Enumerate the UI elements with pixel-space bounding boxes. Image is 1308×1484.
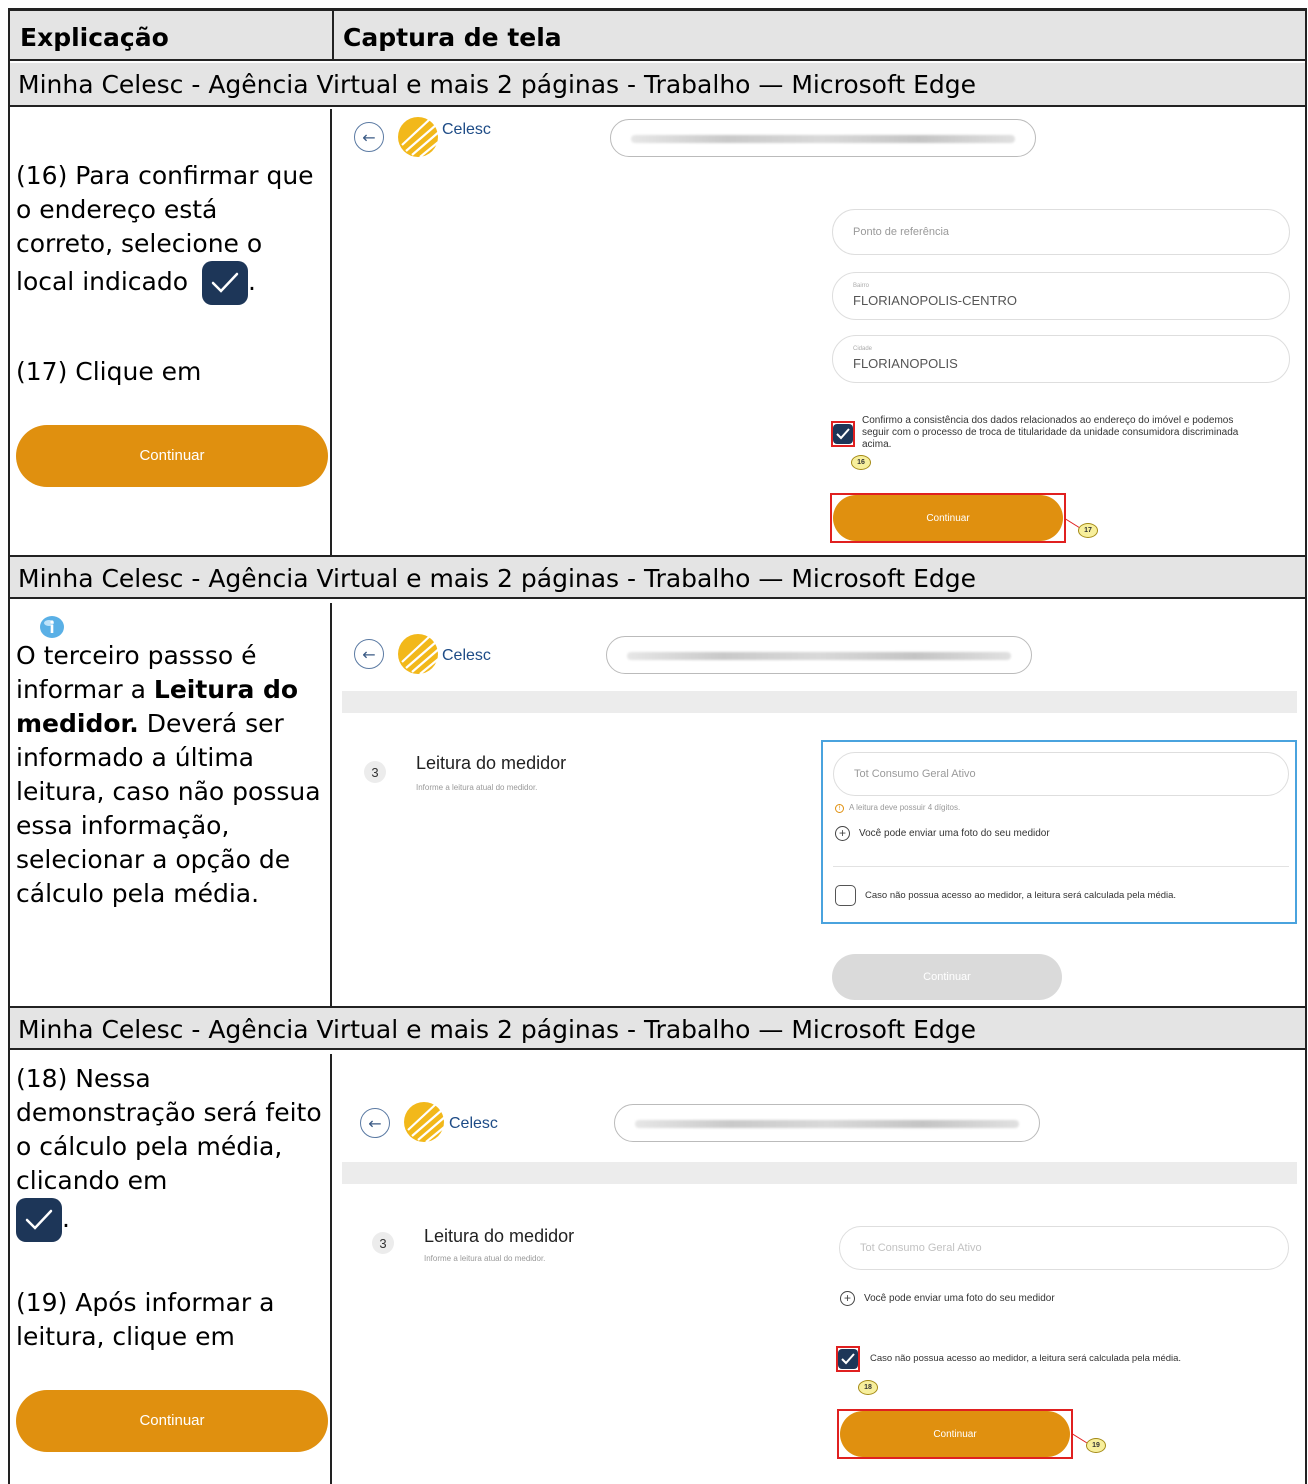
step-row-2: O terceiro passso é informar a Leitura d… [10,603,1305,1006]
step3-text: O terceiro passso é informar a Leitura d… [16,641,321,908]
url-bar[interactable] [610,119,1036,157]
step16-text: (16) Para confirmar que o endereço está … [16,159,316,305]
confirm-checkbox[interactable] [833,424,853,444]
photo-link[interactable]: Você pode enviar uma foto do seu medidor [859,828,1050,839]
step18-text: (18) Nessa demonstração será feito o cál… [16,1062,328,1242]
annotation-19: 19 [1086,1438,1106,1453]
continuar-button[interactable]: Continuar [840,1411,1070,1457]
media-text: Caso não possua acesso ao medidor, a lei… [865,890,1177,901]
continuar-button[interactable]: Continuar [833,495,1063,541]
bairro-field[interactable]: Bairro FLORIANOPOLIS-CENTRO [832,272,1290,320]
section-subtitle: Informe a leitura atual do medidor. [424,1254,546,1263]
screenshot-cell-2: ← Celesc 3 Leitura do medidor Informe a … [334,603,1305,1006]
step18-label: (18) Nessa demonstração será feito o cál… [16,1064,322,1195]
explanation-cell-2: O terceiro passso é informar a Leitura d… [10,603,332,1006]
screenshot-cell-3: ← Celesc 3 Leitura do medidor Informe a … [334,1054,1305,1484]
table-header: Explicação Captura de tela [10,11,1305,61]
url-bar[interactable] [606,636,1032,674]
confirm-text: Confirmo a consistência dos dados relaci… [862,415,1239,450]
continuar-button-sample: Continuar [16,425,328,487]
header-explicacao: Explicação [20,23,169,52]
annotation-18: 18 [858,1380,878,1395]
media-checkbox-checked[interactable] [838,1349,858,1369]
photo-link[interactable]: Você pode enviar uma foto do seu medidor [864,1293,1055,1304]
screenshot-cell-1: ← Celesc Ponto de referência Bairro FLOR… [334,109,1305,555]
continuar-button-disabled[interactable]: Continuar [832,954,1062,1000]
window-title-bar-2: Minha Celesc - Agência Virtual e mais 2 … [10,555,1305,599]
section-subtitle: Informe a leitura atual do medidor. [416,783,538,792]
warning-text: A leitura deve possuir 4 dígitos. [849,803,961,812]
step-number: 3 [364,761,386,783]
check-icon [16,1198,62,1242]
section-title: Leitura do medidor [416,753,567,773]
celesc-logo [398,634,443,675]
back-arrow-icon[interactable]: ← [354,122,384,152]
referencia-field[interactable]: Ponto de referência [832,209,1290,255]
annotation-17: 17 [1078,523,1098,538]
celesc-logo [404,1102,449,1143]
check-icon [202,261,248,305]
annotation-16: 16 [851,455,871,470]
instruction-table: Explicação Captura de tela Minha Celesc … [8,8,1307,1484]
plus-circle-icon[interactable]: + [835,826,850,841]
warning-icon: ! [835,804,844,813]
section-title: Leitura do medidor [424,1226,575,1246]
url-bar[interactable] [614,1104,1040,1142]
celesc-brand: Celesc [442,647,491,664]
media-text: Caso não possua acesso ao medidor, a lei… [870,1353,1182,1364]
step17-label: (17) Clique em [16,357,202,386]
step19-label: (19) Após informar a leitura, clique em [16,1288,275,1351]
explanation-cell-1: (16) Para confirmar que o endereço está … [10,109,332,555]
celesc-brand: Celesc [442,121,491,138]
celesc-logo [398,117,443,158]
info-icon [40,616,64,638]
consumo-input[interactable]: Tot Consumo Geral Ativo [839,1226,1289,1270]
consumo-input[interactable]: Tot Consumo Geral Ativo [833,752,1289,796]
step-row-1: (16) Para confirmar que o endereço está … [10,109,1305,555]
leitura-card: Tot Consumo Geral Ativo ! A leitura deve… [821,740,1297,924]
back-arrow-icon[interactable]: ← [360,1108,390,1138]
step-number: 3 [372,1232,394,1254]
step-row-3: (18) Nessa demonstração será feito o cál… [10,1054,1305,1484]
continuar-button-sample: Continuar [16,1390,328,1452]
celesc-brand: Celesc [449,1115,498,1132]
back-arrow-icon[interactable]: ← [354,639,384,669]
header-captura: Captura de tela [343,23,562,52]
cidade-field[interactable]: Cidade FLORIANOPOLIS [832,335,1290,383]
explanation-cell-3: (18) Nessa demonstração será feito o cál… [10,1054,332,1484]
step16-label: (16) Para confirmar que o endereço está … [16,161,314,296]
plus-circle-icon[interactable]: + [840,1291,855,1306]
window-title-bar-1: Minha Celesc - Agência Virtual e mais 2 … [10,63,1305,107]
media-checkbox[interactable] [835,885,856,906]
window-title-bar-3: Minha Celesc - Agência Virtual e mais 2 … [10,1006,1305,1050]
